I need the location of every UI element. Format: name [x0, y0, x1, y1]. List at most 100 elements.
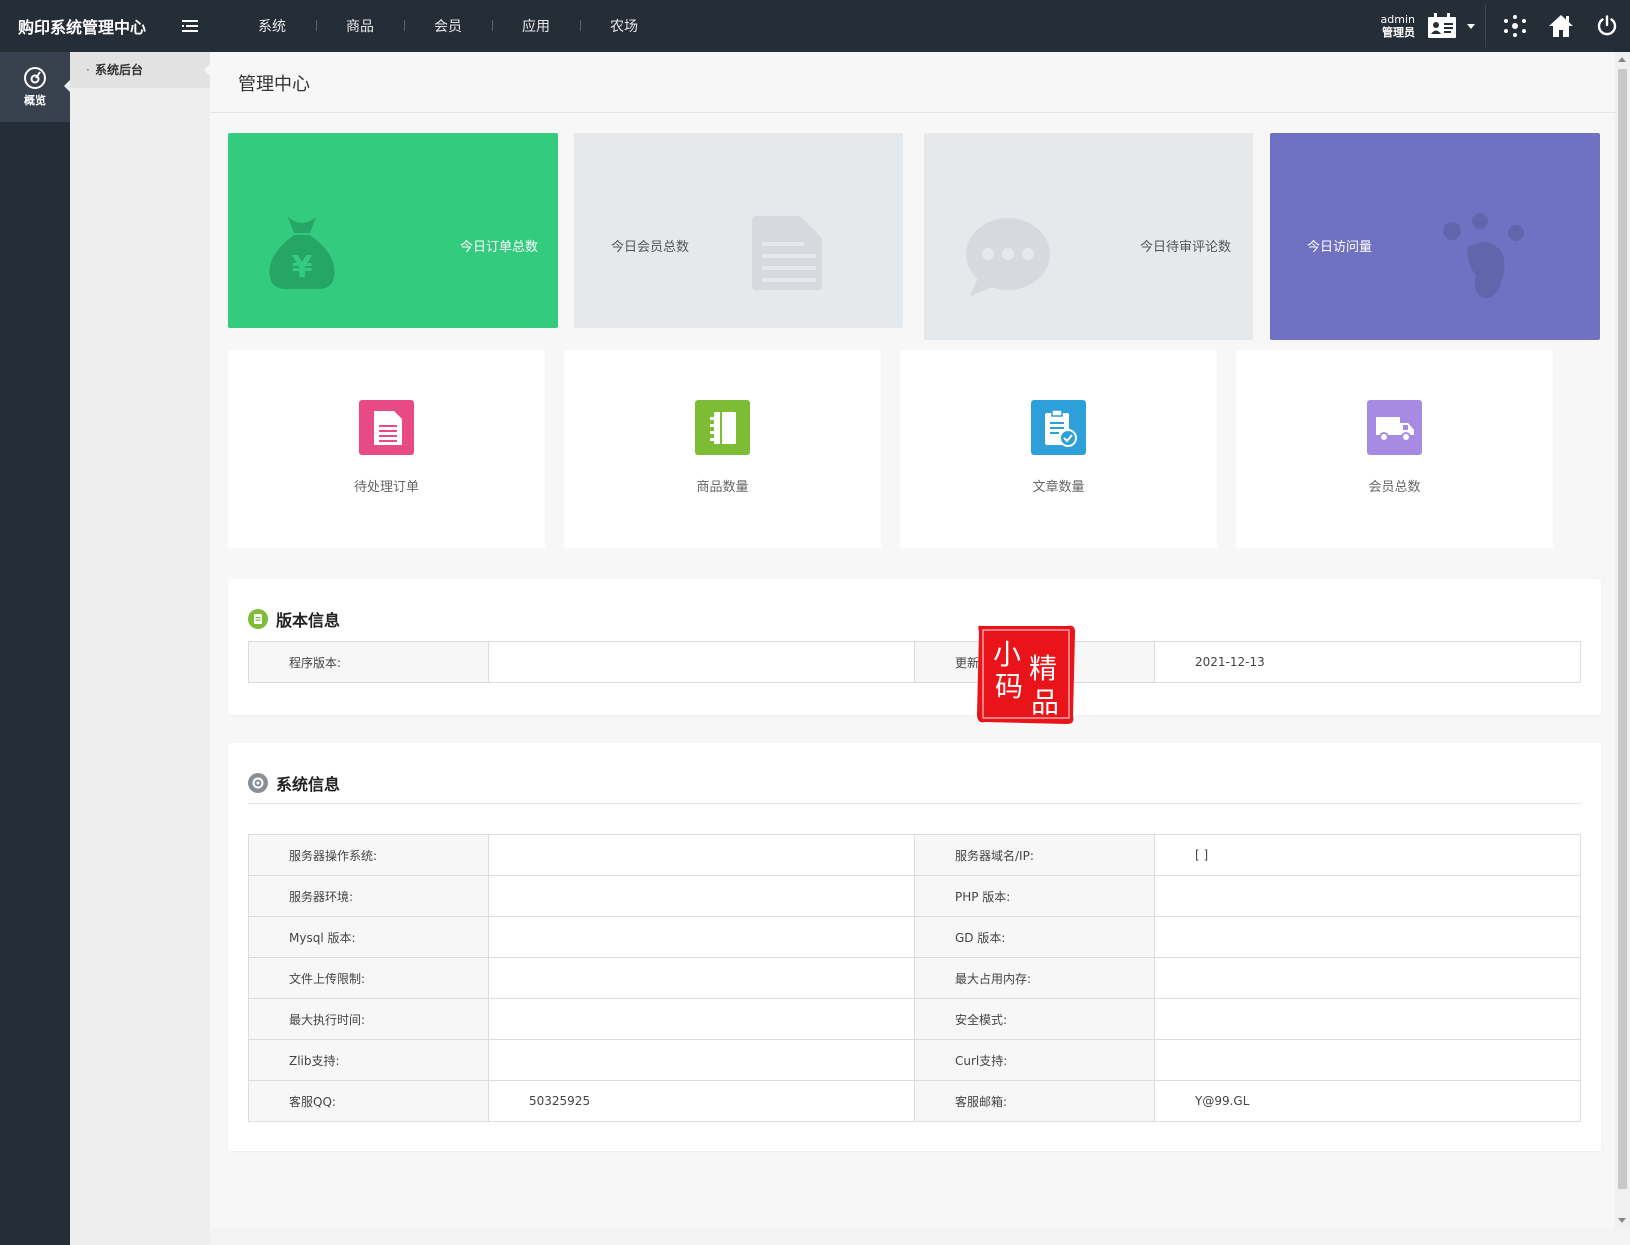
clipboard-check-icon — [1031, 400, 1086, 455]
version-panel-header: 版本信息 — [248, 607, 340, 631]
info-key: 文件上传限制: — [248, 957, 489, 999]
watermark-seal: 小 精 码 品 — [977, 625, 1075, 724]
main-content: 管理中心 ¥ 今日订单总数 今日会员总数 今日待审评论数 今日访问量 待处理订单… — [210, 52, 1615, 1228]
shortcut-member-total[interactable]: 会员总数 — [1236, 350, 1553, 548]
table-row: 最大执行时间: 安全模式: — [248, 998, 1581, 1040]
home-icon[interactable] — [1538, 0, 1584, 52]
info-key: 最大执行时间: — [248, 998, 489, 1040]
table-row: 客服QQ: 50325925 客服邮箱: Y@99.GL — [248, 1080, 1581, 1122]
svg-text:小: 小 — [993, 638, 1021, 671]
info-value — [1154, 1039, 1581, 1081]
top-divider — [1485, 5, 1486, 47]
shortcut-label: 会员总数 — [1368, 480, 1421, 495]
rail-item-overview[interactable]: 概览 — [0, 52, 70, 122]
shortcut-article-count[interactable]: 文章数量 — [900, 350, 1217, 548]
stat-card-pending-comments[interactable]: 今日待审评论数 — [924, 133, 1253, 340]
scroll-down-arrow-icon[interactable] — [1618, 1218, 1626, 1223]
info-value — [488, 834, 915, 876]
table-row: 程序版本: 更新时间: 2021-12-13 — [248, 641, 1581, 683]
system-table: 服务器操作系统: 服务器域名/IP:[ ] 服务器环境: PHP 版本: Mysql 版… — [248, 834, 1581, 1122]
vertical-scrollbar[interactable] — [1615, 52, 1630, 1228]
brand-title: 购印系统管理中心 — [18, 18, 147, 37]
order-doc-icon — [359, 400, 414, 455]
gear-icon — [248, 773, 268, 793]
shortcut-pending-orders[interactable]: 待处理订单 — [228, 350, 545, 548]
table-row: 服务器操作系统: 服务器域名/IP:[ ] — [248, 834, 1581, 876]
info-value — [488, 998, 915, 1040]
table-row: Zlib支持: Curl支持: — [248, 1039, 1581, 1081]
svg-text:品: 品 — [1031, 686, 1059, 719]
nav-goods[interactable]: 商品 — [316, 16, 404, 36]
info-value — [488, 875, 915, 917]
info-value — [1154, 875, 1581, 917]
info-value: 50325925 — [488, 1080, 915, 1122]
info-value — [488, 1039, 915, 1081]
chat-bubble-icon — [966, 218, 1050, 296]
shortcut-goods-count[interactable]: 商品数量 — [564, 350, 881, 548]
stat-label: 今日待审评论数 — [1139, 240, 1231, 255]
version-panel-title: 版本信息 — [276, 611, 341, 630]
shortcut-label: 商品数量 — [696, 480, 749, 495]
stat-card-today-members[interactable]: 今日会员总数 — [574, 133, 903, 328]
sub-menu: 系统后台 — [70, 52, 210, 1245]
svg-text:码: 码 — [995, 670, 1023, 703]
user-info[interactable]: admin 管理员 — [1381, 13, 1415, 39]
notebook-icon — [695, 400, 750, 455]
power-icon[interactable] — [1584, 0, 1630, 52]
top-nav: 系统 商品 会员 应用 农场 — [228, 16, 668, 36]
money-bag-icon: ¥ — [269, 217, 335, 289]
info-key: 程序版本: — [248, 641, 489, 683]
info-key: 服务器域名/IP: — [914, 834, 1155, 876]
info-value: Y@99.GL — [1154, 1080, 1581, 1122]
stat-label: 今日访问量 — [1307, 240, 1373, 255]
info-value — [1154, 916, 1581, 958]
version-info-icon — [248, 609, 268, 629]
info-key: 客服QQ: — [248, 1080, 489, 1122]
info-key: PHP 版本: — [914, 875, 1155, 917]
info-value: [ ] — [1154, 834, 1581, 876]
system-panel: 系统信息 服务器操作系统: 服务器域名/IP:[ ] 服务器环境: PHP 版本: My… — [228, 743, 1601, 1151]
info-key: Zlib支持: — [248, 1039, 489, 1081]
page-title: 管理中心 — [238, 74, 310, 95]
caret-down-icon[interactable] — [1463, 23, 1479, 29]
info-key: 服务器操作系统: — [248, 834, 489, 876]
table-row: 服务器环境: PHP 版本: — [248, 875, 1581, 917]
network-icon[interactable] — [1492, 0, 1538, 52]
left-rail: 概览 — [0, 52, 70, 1245]
stat-card-today-visits[interactable]: 今日访问量 — [1270, 133, 1600, 340]
title-divider — [210, 112, 1615, 113]
system-panel-header: 系统信息 — [248, 771, 340, 795]
document-icon — [752, 216, 822, 290]
version-table: 程序版本: 更新时间: 2021-12-13 — [248, 641, 1581, 683]
stat-label: 今日订单总数 — [459, 240, 538, 255]
system-panel-title: 系统信息 — [276, 775, 341, 794]
user-card-icon[interactable] — [1427, 13, 1457, 39]
stat-card-today-orders[interactable]: ¥ 今日订单总数 — [228, 133, 558, 328]
scroll-up-arrow-icon[interactable] — [1618, 57, 1626, 62]
shortcut-label: 文章数量 — [1032, 480, 1085, 495]
nav-system[interactable]: 系统 — [228, 16, 316, 36]
info-value — [1154, 957, 1581, 999]
submenu-item-system-backend[interactable]: 系统后台 — [70, 52, 210, 88]
info-key: GD 版本: — [914, 916, 1155, 958]
rail-item-label: 概览 — [24, 94, 46, 107]
info-value — [488, 957, 915, 999]
info-key: Curl支持: — [914, 1039, 1155, 1081]
svg-text:¥: ¥ — [292, 250, 313, 285]
scroll-thumb[interactable] — [1618, 69, 1627, 1189]
top-bar: 购印系统管理中心 系统 商品 会员 应用 农场 admin 管理员 — [0, 0, 1630, 52]
info-value: 2021-12-13 — [1154, 641, 1581, 683]
truck-icon — [1367, 400, 1422, 455]
table-row: 文件上传限制: 最大占用内存: — [248, 957, 1581, 999]
info-value — [1154, 998, 1581, 1040]
nav-apps[interactable]: 应用 — [492, 16, 580, 36]
nav-member[interactable]: 会员 — [404, 16, 492, 36]
info-key: 客服邮箱: — [914, 1080, 1155, 1122]
dashboard-icon — [24, 67, 46, 89]
info-key: 服务器环境: — [248, 875, 489, 917]
nav-farm[interactable]: 农场 — [580, 16, 668, 36]
info-key: 最大占用内存: — [914, 957, 1155, 999]
menu-toggle-icon[interactable] — [170, 19, 210, 33]
svg-text:精: 精 — [1029, 652, 1057, 685]
table-row: Mysql 版本: GD 版本: — [248, 916, 1581, 958]
